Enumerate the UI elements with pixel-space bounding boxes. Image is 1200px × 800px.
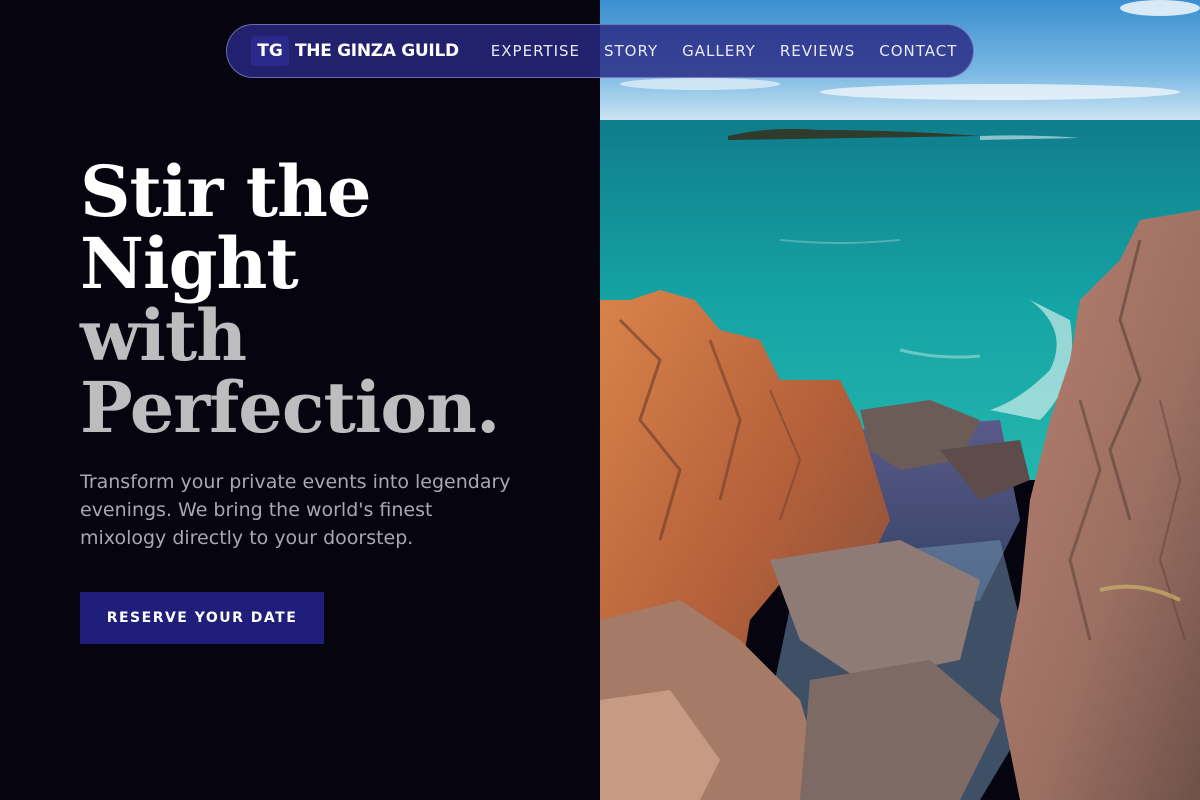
hero-text-panel: Stir the Night with Perfection. Transfor… (0, 0, 600, 800)
hero-image-panel (600, 0, 1200, 800)
top-navbar: TG THE GINZA GUILD EXPERTISE STORY GALLE… (226, 24, 974, 78)
hero-title-line-2: Night (80, 222, 299, 305)
hero-description: Transform your private events into legen… (80, 471, 511, 549)
brand-badge: TG (251, 36, 289, 66)
brand-logo[interactable]: TG THE GINZA GUILD (251, 36, 459, 66)
nav-link-expertise[interactable]: EXPERTISE (491, 42, 580, 60)
hero-title: Stir the Night with Perfection. (80, 150, 500, 449)
nav-link-reviews[interactable]: REVIEWS (780, 42, 855, 60)
hero-title-line-1: Stir the (80, 150, 372, 233)
coastal-cliffs-image (600, 0, 1200, 800)
nav-link-story[interactable]: STORY (604, 42, 658, 60)
hero-title-line-3: with (80, 294, 247, 377)
hero-title-line-4: Perfection. (80, 366, 500, 449)
nav-links: EXPERTISE STORY GALLERY REVIEWS CONTACT (491, 42, 958, 60)
brand-name: THE GINZA GUILD (295, 41, 459, 61)
nav-link-gallery[interactable]: GALLERY (682, 42, 756, 60)
reserve-date-button[interactable]: RESERVE YOUR DATE (80, 592, 324, 644)
nav-link-contact[interactable]: CONTACT (879, 42, 957, 60)
